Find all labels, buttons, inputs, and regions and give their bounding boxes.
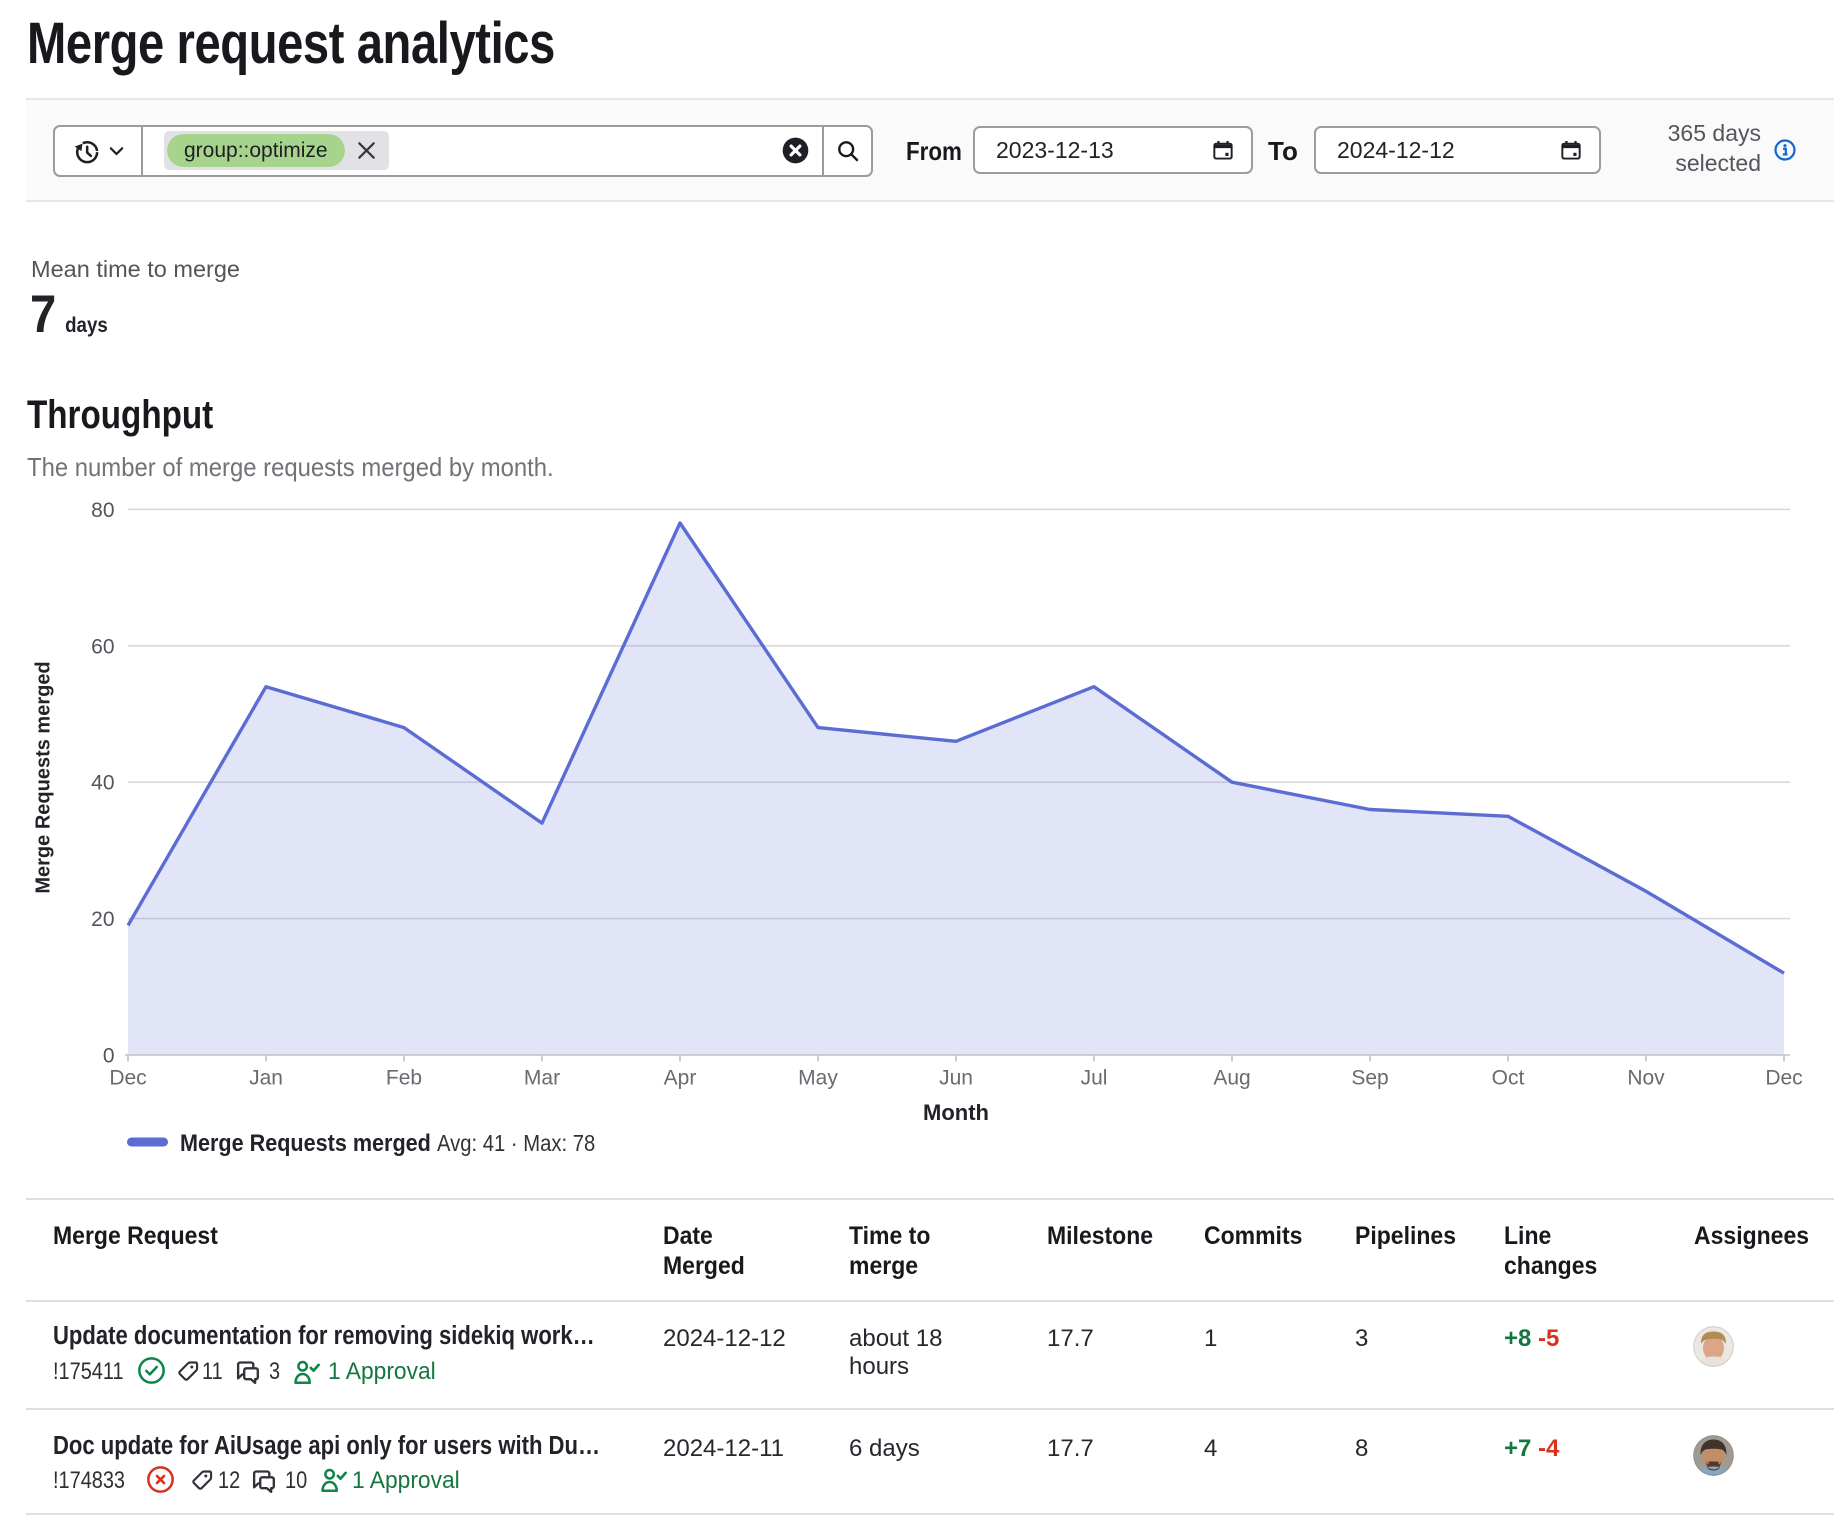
svg-text:80: 80 — [91, 499, 114, 522]
svg-text:Jun: Jun — [939, 1066, 973, 1089]
svg-text:Sep: Sep — [1351, 1066, 1388, 1089]
svg-text:Jul: Jul — [1081, 1066, 1108, 1089]
svg-text:Oct: Oct — [1492, 1066, 1525, 1089]
svg-text:Merge Requests merged: Merge Requests merged — [33, 661, 55, 893]
svg-text:Jan: Jan — [249, 1066, 283, 1089]
svg-text:20: 20 — [91, 908, 114, 931]
svg-text:Dec: Dec — [109, 1066, 146, 1089]
svg-text:Mar: Mar — [524, 1066, 560, 1089]
svg-text:Apr: Apr — [664, 1066, 697, 1089]
svg-text:Nov: Nov — [1627, 1066, 1665, 1089]
svg-text:0: 0 — [103, 1045, 115, 1068]
svg-text:May: May — [798, 1066, 838, 1089]
svg-text:Aug: Aug — [1213, 1066, 1250, 1089]
svg-text:Merge Requests merged: Merge Requests merged — [180, 1129, 431, 1156]
svg-text:Feb: Feb — [386, 1066, 422, 1089]
svg-text:40: 40 — [91, 772, 114, 795]
svg-text:Dec: Dec — [1765, 1066, 1802, 1089]
svg-text:60: 60 — [91, 635, 114, 658]
svg-text:Avg: 41 · Max: 78: Avg: 41 · Max: 78 — [437, 1130, 595, 1157]
svg-text:Month: Month — [923, 1100, 989, 1125]
